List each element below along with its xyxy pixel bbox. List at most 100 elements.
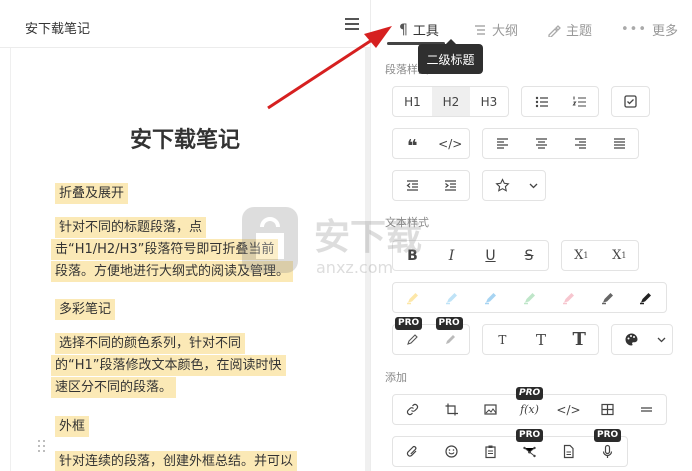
pen-fill-button[interactable]: PRO	[432, 317, 470, 354]
insert-link-button[interactable]	[393, 395, 432, 424]
panel-tabs: ¶ 工具 大纲 主题 ••• 更多	[371, 0, 692, 46]
h3-button[interactable]: H3	[470, 87, 508, 116]
font-size-medium-button[interactable]: T	[522, 325, 561, 354]
superscript-button[interactable]: X1	[601, 241, 639, 270]
insert-formula-button[interactable]: f(x) PRO	[510, 387, 549, 424]
insert-emoji-button[interactable]	[432, 437, 471, 466]
align-justify-button[interactable]	[600, 129, 638, 158]
outdent-button[interactable]	[393, 171, 432, 200]
insert-code-button[interactable]: </>	[549, 395, 588, 424]
align-justify-icon	[613, 138, 625, 149]
pen-button[interactable]: PRO	[393, 317, 432, 354]
chevron-down-icon	[657, 337, 665, 343]
insert-mindmap-button[interactable]: PRO	[510, 429, 549, 466]
align-left-button[interactable]	[483, 129, 522, 158]
highlighter-button[interactable]	[432, 283, 471, 312]
tab-label: 大纲	[492, 24, 519, 39]
code-block-button[interactable]: </>	[432, 129, 470, 158]
insert-frame-button[interactable]	[432, 395, 471, 424]
page-title: 安下载笔记	[129, 128, 240, 153]
insert-clipboard-button[interactable]	[471, 437, 510, 466]
insert-image-button[interactable]	[471, 395, 510, 424]
tab-theme[interactable]: 主题	[547, 20, 592, 39]
document-icon	[563, 444, 574, 459]
more-dots-icon: •••	[621, 22, 648, 37]
star-button[interactable]	[483, 171, 521, 200]
strikethrough-button[interactable]: S	[510, 241, 548, 270]
bold-button[interactable]: B	[393, 241, 432, 270]
block-line: 选择不同的颜色系列，针对不同	[55, 333, 246, 354]
align-center-button[interactable]	[522, 129, 561, 158]
insert-voice-button[interactable]: PRO	[588, 429, 627, 466]
code-icon: </>	[556, 402, 581, 417]
align-group	[482, 128, 639, 159]
block-line: 针对不同的标题段落，点	[55, 217, 207, 238]
font-size-large-button[interactable]: T	[560, 325, 598, 354]
gutter-divider	[10, 48, 11, 471]
highlighter-button[interactable]	[588, 283, 627, 312]
block-line: 段落。方便地进行大纲式的阅读及管理。	[51, 261, 294, 282]
outline-icon	[475, 24, 485, 35]
theme-brush-icon	[548, 24, 561, 37]
bullet-list-button[interactable]	[522, 87, 561, 116]
align-right-button[interactable]	[561, 129, 600, 158]
indent-button[interactable]	[432, 171, 470, 200]
tab-more[interactable]: ••• 更多	[621, 20, 678, 39]
section-label-insert: 添加	[385, 371, 407, 384]
code-icon: </>	[438, 136, 463, 151]
h1-button[interactable]: H1	[393, 87, 432, 116]
highlighter-button[interactable]	[627, 283, 664, 312]
pilcrow-icon: ¶	[399, 21, 408, 38]
doc-title: 安下载笔记	[25, 22, 91, 37]
tab-tools[interactable]: ¶ 工具	[399, 20, 439, 40]
clipboard-icon	[485, 445, 496, 459]
quote-button[interactable]: ❝	[393, 129, 432, 158]
insert-document-button[interactable]	[549, 437, 588, 466]
image-icon	[484, 404, 497, 415]
pro-badge: PRO	[395, 317, 423, 330]
star-icon	[494, 178, 510, 192]
paragraph-block[interactable]: 针对连续的段落，创建外框总结。并可以	[55, 451, 298, 471]
subscript-button[interactable]: X1	[562, 241, 601, 270]
underline-button[interactable]: U	[471, 241, 510, 270]
pro-badge: PRO	[516, 387, 544, 400]
highlighter-button[interactable]	[471, 283, 510, 312]
checkbox-list-button[interactable]	[612, 87, 649, 116]
highlighter-button[interactable]	[549, 283, 588, 312]
drag-handle-icon[interactable]	[38, 440, 46, 456]
attach-file-button[interactable]	[393, 437, 432, 466]
paragraph-block[interactable]: 选择不同的颜色系列，针对不同 的“H1”段落修改文本颜色，在阅读时快 速区分不同…	[51, 333, 286, 399]
h2-button[interactable]: H2	[432, 87, 470, 116]
block-line: 速区分不同的段落。	[51, 377, 177, 398]
palette-dropdown-button[interactable]	[650, 325, 672, 354]
highlighter-button[interactable]	[510, 283, 549, 312]
align-center-icon	[536, 138, 547, 149]
tab-outline[interactable]: 大纲	[473, 20, 518, 39]
block-line: 针对连续的段落，创建外框总结。并可以	[55, 451, 298, 471]
heading-block[interactable]: 外框	[55, 416, 90, 438]
font-size-small-button[interactable]: T	[483, 325, 522, 354]
star-dropdown-button[interactable]	[521, 171, 545, 200]
table-icon	[601, 403, 614, 416]
italic-button[interactable]: I	[432, 241, 471, 270]
paperclip-icon	[406, 445, 417, 457]
color-palette-button[interactable]	[612, 325, 650, 354]
numbered-list-button[interactable]	[561, 87, 599, 116]
insert-divider-button[interactable]	[627, 395, 666, 424]
heading-block[interactable]: 多彩笔记	[55, 299, 116, 321]
block-line: 多彩笔记	[55, 299, 116, 320]
highlighter-pen-icon	[563, 293, 574, 305]
checkbox-icon	[624, 95, 637, 108]
indent-icon	[444, 180, 456, 191]
align-right-icon	[575, 138, 586, 149]
highlighter-pen-icon	[485, 293, 496, 305]
hamburger-menu-icon[interactable]	[345, 18, 359, 30]
pen-fill-icon	[445, 335, 455, 344]
highlighter-button[interactable]	[393, 283, 432, 312]
paragraph-block[interactable]: 针对不同的标题段落，点 击“H1/H2/H3”段落符号即可折叠当前 段落。方便地…	[51, 217, 294, 283]
block-line: 外框	[55, 416, 90, 437]
tab-label: 更多	[652, 24, 679, 39]
microphone-icon	[602, 444, 613, 458]
insert-table-button[interactable]	[588, 395, 627, 424]
heading-block[interactable]: 折叠及展开	[55, 183, 129, 205]
